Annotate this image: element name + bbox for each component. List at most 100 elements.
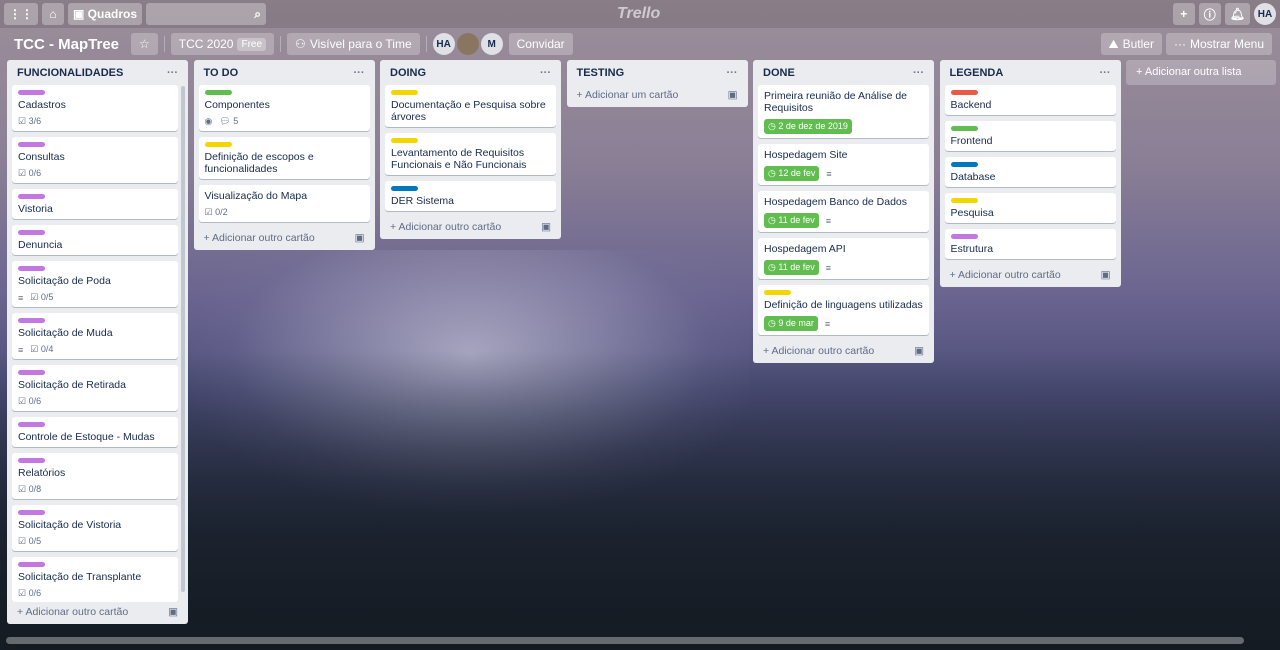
- card-label[interactable]: [18, 422, 45, 427]
- card[interactable]: Vistoria: [12, 189, 178, 219]
- card[interactable]: Solicitação de Poda ≡ ☑ 0/5: [12, 261, 178, 307]
- card-label[interactable]: [18, 318, 45, 323]
- add-card-button[interactable]: + Adicionar outro cartão ▣: [940, 265, 1121, 283]
- add-card-button[interactable]: + Adicionar outro cartão ▣: [380, 217, 561, 235]
- card[interactable]: Solicitação de Vistoria ☑ 0/5: [12, 505, 178, 551]
- card-label[interactable]: [18, 266, 45, 271]
- list-scrollbar[interactable]: [181, 86, 185, 592]
- plus-icon[interactable]: +: [1172, 3, 1195, 25]
- template-icon[interactable]: ▣: [728, 89, 738, 101]
- card[interactable]: Componentes ◉ 💬︎ 5: [198, 85, 370, 131]
- due-date-badge[interactable]: ◷ 2 de dez de 2019: [764, 119, 852, 134]
- info-icon[interactable]: ⓘ: [1198, 3, 1221, 25]
- card-label[interactable]: [18, 90, 45, 95]
- home-icon[interactable]: ⌂: [42, 3, 64, 25]
- card[interactable]: Consultas ☑ 0/6: [12, 137, 178, 183]
- card[interactable]: Documentação e Pesquisa sobre árvores: [385, 85, 556, 127]
- boards-button[interactable]: ▣ Quadros: [68, 3, 143, 25]
- card-label[interactable]: [950, 90, 978, 95]
- card-label[interactable]: [18, 370, 45, 375]
- team-button[interactable]: TCC 2020 Free: [170, 33, 275, 55]
- template-icon[interactable]: ▣: [914, 345, 924, 357]
- add-card-button[interactable]: + Adicionar outro cartão ▣: [194, 228, 375, 246]
- card-label[interactable]: [764, 290, 791, 295]
- list-title[interactable]: LEGENDA: [950, 67, 1004, 79]
- card-label[interactable]: [18, 194, 45, 199]
- list-menu-icon[interactable]: ···: [727, 67, 738, 79]
- apps-icon[interactable]: ⋮⋮: [4, 3, 38, 25]
- template-icon[interactable]: ▣: [541, 221, 551, 233]
- member-avatar-photo[interactable]: [456, 33, 479, 55]
- list-menu-icon[interactable]: ···: [913, 67, 924, 79]
- list-menu-icon[interactable]: ···: [540, 67, 551, 79]
- card-label[interactable]: [204, 90, 232, 95]
- due-date-badge[interactable]: ◷ 9 de mar: [764, 316, 818, 331]
- template-icon[interactable]: ▣: [1101, 269, 1111, 281]
- card[interactable]: Frontend: [944, 121, 1116, 151]
- card-label[interactable]: [950, 234, 978, 239]
- list-menu-icon[interactable]: ···: [354, 67, 365, 79]
- member-avatar[interactable]: HA: [432, 33, 455, 55]
- due-date-badge[interactable]: ◷ 11 de fev: [764, 213, 819, 228]
- card[interactable]: Backend: [944, 85, 1116, 115]
- card-label[interactable]: [18, 562, 45, 567]
- board-title[interactable]: TCC - MapTree: [8, 36, 125, 53]
- card[interactable]: Pesquisa: [944, 193, 1116, 223]
- card[interactable]: Solicitação de Retirada ☑ 0/6: [12, 365, 178, 411]
- card-label[interactable]: [950, 162, 978, 167]
- card-label[interactable]: [18, 510, 45, 515]
- member-avatar[interactable]: M: [480, 33, 503, 55]
- user-avatar[interactable]: HA: [1254, 3, 1276, 25]
- card-label[interactable]: [18, 142, 45, 147]
- due-date-badge[interactable]: ◷ 12 de fev: [764, 166, 820, 181]
- add-card-button[interactable]: + Adicionar um cartão ▣: [567, 85, 748, 103]
- card-label[interactable]: [950, 126, 978, 131]
- list-menu-icon[interactable]: ···: [1100, 67, 1111, 79]
- card-label[interactable]: [204, 142, 232, 147]
- card[interactable]: Levantamento de Requisitos Funcionais e …: [385, 133, 556, 175]
- card[interactable]: Primeira reunião de Análise de Requisito…: [758, 85, 929, 138]
- list-title[interactable]: DOING: [390, 67, 426, 79]
- search-input[interactable]: ⌕: [146, 3, 267, 25]
- card[interactable]: Database: [944, 157, 1116, 187]
- card[interactable]: Solicitação de Transplante ☑ 0/6: [12, 557, 178, 602]
- list-title[interactable]: TO DO: [204, 67, 239, 79]
- card[interactable]: Hospedagem Banco de Dados ◷ 11 de fev ≡: [758, 191, 929, 232]
- list-menu-icon[interactable]: ···: [167, 67, 178, 79]
- butler-button[interactable]: ⛰ Butler: [1100, 33, 1162, 55]
- invite-button[interactable]: Convidar: [508, 33, 573, 55]
- card[interactable]: Definição de escopos e funcionalidades: [198, 137, 370, 179]
- star-icon[interactable]: ☆: [131, 33, 158, 55]
- add-list-button[interactable]: + Adicionar outra lista: [1126, 60, 1276, 85]
- bell-icon[interactable]: 🔔︎: [1224, 3, 1250, 25]
- horizontal-scrollbar[interactable]: [6, 637, 1244, 644]
- visibility-button[interactable]: ⚇ Visível para o Time: [287, 33, 420, 55]
- card-label[interactable]: [18, 458, 45, 463]
- trello-logo[interactable]: Trello: [617, 5, 660, 23]
- card[interactable]: Definição de linguagens utilizadas ◷ 9 de…: [758, 285, 929, 335]
- template-icon[interactable]: ▣: [168, 606, 178, 618]
- due-date-badge[interactable]: ◷ 11 de fev: [764, 260, 819, 275]
- card[interactable]: DER Sistema: [385, 181, 556, 211]
- card[interactable]: Cadastros ☑ 3/6: [12, 85, 178, 131]
- card-label[interactable]: [391, 138, 418, 143]
- card-label[interactable]: [950, 198, 978, 203]
- card[interactable]: Estrutura: [944, 229, 1116, 259]
- card-label[interactable]: [391, 90, 418, 95]
- card[interactable]: Solicitação de Muda ≡ ☑ 0/4: [12, 313, 178, 359]
- card-label[interactable]: [391, 186, 418, 191]
- card[interactable]: Controle de Estoque - Mudas: [12, 417, 178, 447]
- list-title[interactable]: DONE: [763, 67, 795, 79]
- list-title[interactable]: TESTING: [577, 67, 625, 79]
- add-card-button[interactable]: + Adicionar outro cartão ▣: [7, 602, 188, 620]
- template-icon[interactable]: ▣: [355, 232, 365, 244]
- card[interactable]: Hospedagem API ◷ 11 de fev ≡: [758, 238, 929, 279]
- list-title[interactable]: FUNCIONALIDADES: [17, 67, 123, 79]
- card[interactable]: Visualização do Mapa ☑ 0/2: [198, 185, 370, 222]
- add-card-button[interactable]: + Adicionar outro cartão ▣: [753, 341, 934, 359]
- card[interactable]: Hospedagem Site ◷ 12 de fev ≡: [758, 144, 929, 185]
- card[interactable]: Relatórios ☑ 0/8: [12, 453, 178, 499]
- card[interactable]: Denuncia: [12, 225, 178, 255]
- show-menu-button[interactable]: ··· Mostrar Menu: [1165, 33, 1272, 55]
- card-label[interactable]: [18, 230, 45, 235]
